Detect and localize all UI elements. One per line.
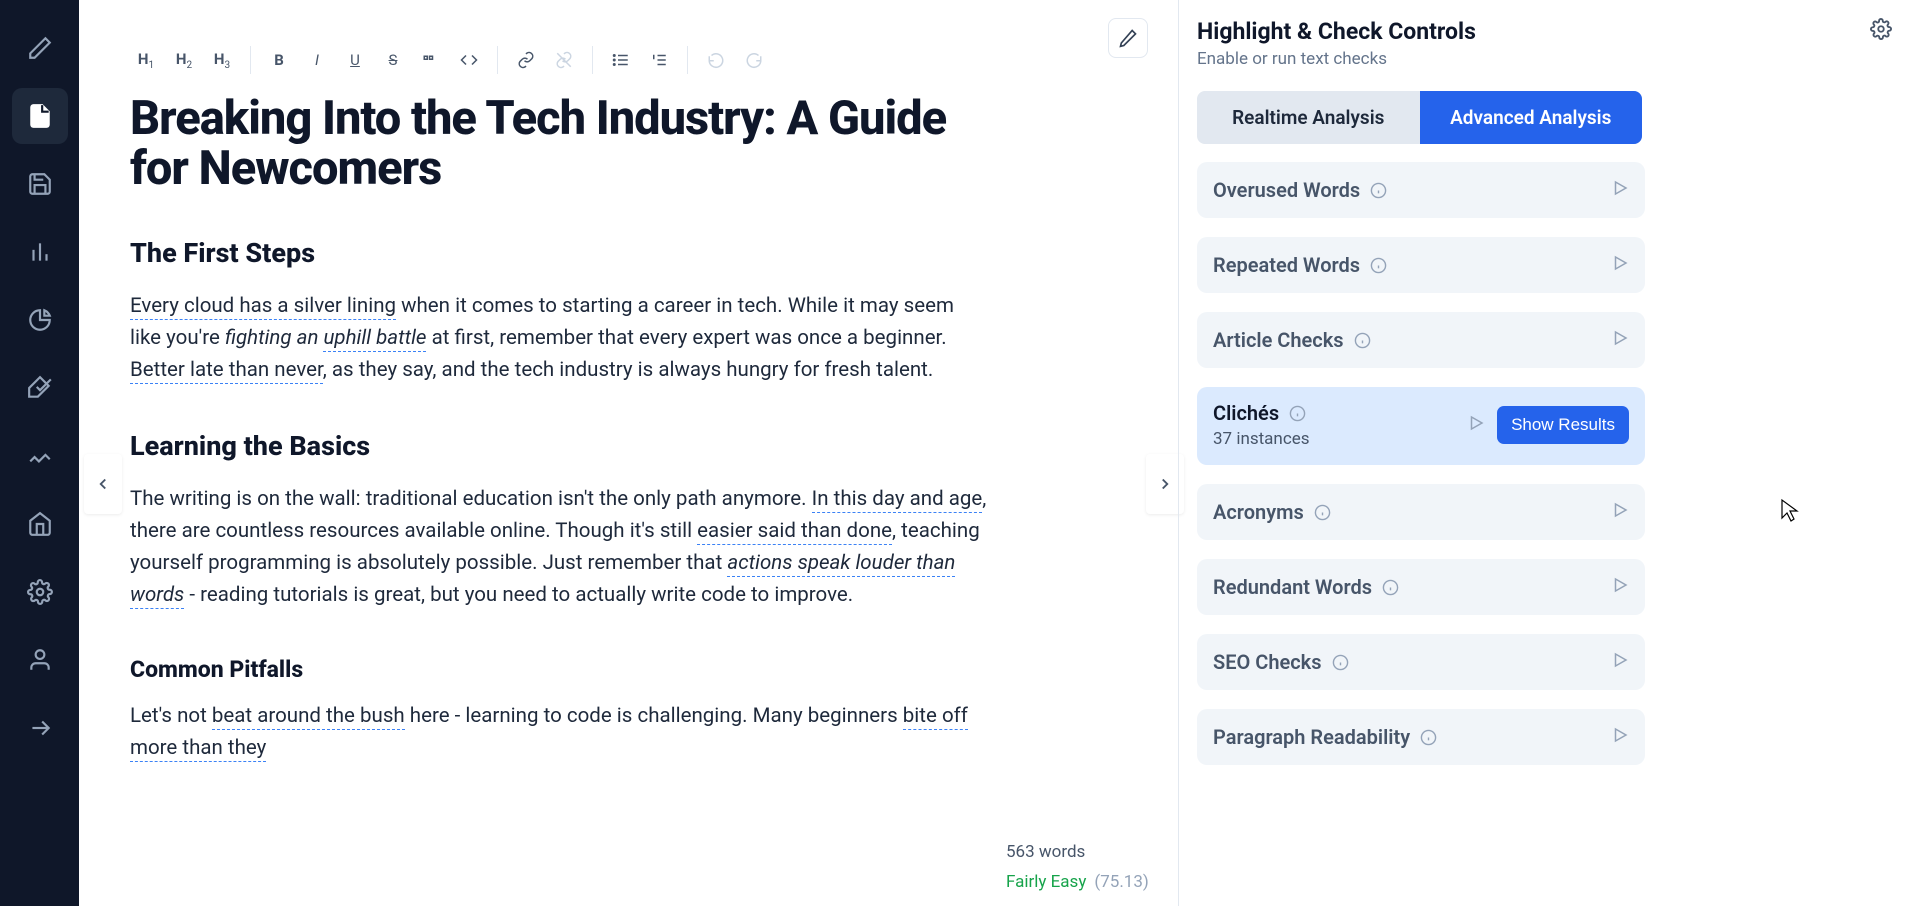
run-check-icon[interactable]	[1611, 329, 1629, 351]
check-item-article-checks[interactable]: Article Checks	[1197, 312, 1645, 368]
section-heading[interactable]: Common Pitfalls	[130, 656, 990, 683]
undo-button[interactable]	[698, 42, 734, 78]
check-label: SEO Checks	[1213, 650, 1349, 674]
italic-button[interactable]: I	[299, 42, 335, 78]
sidebar-highlight-icon[interactable]	[12, 360, 68, 416]
link-button[interactable]	[508, 42, 544, 78]
run-check-icon[interactable]	[1611, 576, 1629, 598]
sidebar-pencil-icon[interactable]	[12, 428, 68, 484]
check-label: Redundant Words	[1213, 575, 1399, 599]
cliche-highlight[interactable]: Better late than never	[130, 358, 323, 384]
document-editor[interactable]: Breaking Into the Tech Industry: A Guide…	[130, 94, 990, 765]
check-item-clich-s[interactable]: Clichés 37 instances Show Results	[1197, 387, 1645, 465]
bullet-list-button[interactable]	[603, 42, 639, 78]
underline-button[interactable]: U	[337, 42, 373, 78]
check-label: Clichés	[1213, 401, 1310, 425]
panel-subtitle: Enable or run text checks	[1197, 49, 1476, 69]
analysis-tabs: Realtime Analysis Advanced Analysis	[1197, 91, 1642, 144]
prev-page-button[interactable]	[84, 454, 122, 514]
check-label: Acronyms	[1213, 500, 1331, 524]
strikethrough-button[interactable]: S	[375, 42, 411, 78]
check-item-seo-checks[interactable]: SEO Checks	[1197, 634, 1645, 690]
cliche-highlight[interactable]: In this day and age	[812, 487, 983, 513]
check-item-repeated-words[interactable]: Repeated Words	[1197, 237, 1645, 293]
check-label: Article Checks	[1213, 328, 1371, 352]
paragraph[interactable]: The writing is on the wall: traditional …	[130, 484, 990, 612]
sidebar-home-icon[interactable]	[12, 496, 68, 552]
tab-advanced[interactable]: Advanced Analysis	[1420, 91, 1643, 144]
readability-score: Fairly Easy(75.13)	[1006, 872, 1174, 892]
check-item-acronyms[interactable]: Acronyms	[1197, 484, 1645, 540]
run-check-icon[interactable]	[1611, 651, 1629, 673]
word-count: 563 words	[1006, 842, 1174, 862]
info-icon[interactable]	[1370, 182, 1387, 199]
left-sidebar	[0, 0, 79, 906]
show-results-button[interactable]: Show Results	[1497, 406, 1629, 444]
check-item-paragraph-readability[interactable]: Paragraph Readability	[1197, 709, 1645, 765]
sidebar-settings-icon[interactable]	[12, 564, 68, 620]
check-instances: 37 instances	[1213, 429, 1310, 449]
cliche-highlight[interactable]: easier said than done	[697, 519, 892, 545]
bold-button[interactable]: B	[261, 42, 297, 78]
panel-title: Highlight & Check Controls	[1197, 18, 1476, 45]
heading3-button[interactable]: H3	[204, 42, 240, 78]
section-heading[interactable]: The First Steps	[130, 237, 990, 269]
run-check-icon[interactable]	[1467, 414, 1485, 436]
run-check-icon[interactable]	[1611, 179, 1629, 201]
info-icon[interactable]	[1314, 504, 1331, 521]
sidebar-user-icon[interactable]	[12, 632, 68, 688]
sidebar-chart-icon[interactable]	[12, 292, 68, 348]
edit-mode-button[interactable]	[1108, 18, 1148, 58]
sidebar-save-icon[interactable]	[12, 156, 68, 212]
sidebar-edit-icon[interactable]	[12, 20, 68, 76]
unlink-button[interactable]	[546, 42, 582, 78]
info-icon[interactable]	[1289, 405, 1306, 422]
info-icon[interactable]	[1354, 332, 1371, 349]
info-icon[interactable]	[1420, 729, 1437, 746]
paragraph[interactable]: Every cloud has a silver lining when it …	[130, 291, 990, 387]
tab-realtime[interactable]: Realtime Analysis	[1197, 91, 1420, 144]
info-icon[interactable]	[1332, 654, 1349, 671]
run-check-icon[interactable]	[1611, 501, 1629, 523]
panel-settings-icon[interactable]	[1870, 18, 1892, 44]
check-item-overused-words[interactable]: Overused Words	[1197, 162, 1645, 218]
heading1-button[interactable]: H1	[128, 42, 164, 78]
info-icon[interactable]	[1382, 579, 1399, 596]
section-heading[interactable]: Learning the Basics	[130, 430, 990, 462]
check-label: Overused Words	[1213, 178, 1387, 202]
cliche-highlight[interactable]: Every cloud has a silver lining	[130, 294, 396, 320]
check-item-redundant-words[interactable]: Redundant Words	[1197, 559, 1645, 615]
stats-panel: 563 words Fairly Easy(75.13)	[1006, 830, 1174, 904]
cliche-highlight[interactable]: beat around the bush	[212, 704, 405, 730]
numbered-list-button[interactable]	[641, 42, 677, 78]
sidebar-expand-icon[interactable]	[12, 700, 68, 756]
info-icon[interactable]	[1370, 257, 1387, 274]
code-button[interactable]	[451, 42, 487, 78]
checks-panel: Highlight & Check Controls Enable or run…	[1178, 0, 1910, 906]
run-check-icon[interactable]	[1611, 726, 1629, 748]
paragraph[interactable]: Let's not beat around the bush here - le…	[130, 701, 990, 765]
quote-button[interactable]	[413, 42, 449, 78]
run-check-icon[interactable]	[1611, 254, 1629, 276]
check-label: Repeated Words	[1213, 253, 1387, 277]
cliche-highlight[interactable]: uphill battle	[323, 326, 426, 352]
redo-button[interactable]	[736, 42, 772, 78]
sidebar-document-icon[interactable]	[12, 88, 68, 144]
heading2-button[interactable]: H2	[166, 42, 202, 78]
sidebar-stats-icon[interactable]	[12, 224, 68, 280]
check-label: Paragraph Readability	[1213, 725, 1437, 749]
document-title[interactable]: Breaking Into the Tech Industry: A Guide…	[130, 94, 990, 195]
formatting-toolbar: H1 H2 H3 B I U S	[128, 42, 772, 78]
